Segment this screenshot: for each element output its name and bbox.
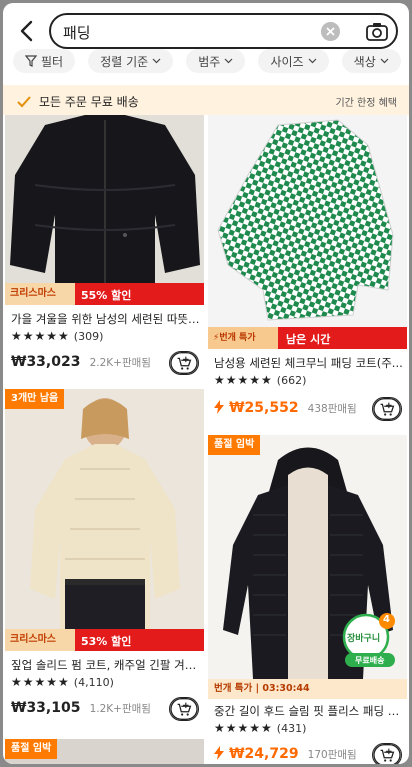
- price: ₩24,729: [229, 746, 299, 762]
- sold-count: 438판매됨: [307, 403, 357, 415]
- review-count: (662): [276, 373, 307, 387]
- price: ₩25,552: [229, 400, 299, 416]
- price-row: ₩33,105 1.2K+판매됨: [11, 697, 201, 723]
- free-shipping-banner[interactable]: 모든 주문 무료 배송 기간 한정 혜택: [3, 85, 409, 115]
- camera-icon[interactable]: [363, 18, 391, 46]
- review-count: (4,110): [73, 675, 114, 689]
- stock-tag: 3개만 남음: [5, 389, 65, 409]
- filter-chip-color[interactable]: 색상: [341, 49, 401, 73]
- promo-banner: 크리스마스 53% 할인: [5, 629, 204, 651]
- banner-text: 모든 주문 무료 배송: [39, 95, 139, 109]
- stars-icon: ★★★★★: [11, 675, 70, 689]
- rating: ★★★★★ (4,110): [11, 675, 114, 689]
- cart-free-shipping: 무료배송: [355, 656, 385, 665]
- product-image[interactable]: [5, 115, 204, 283]
- product-card[interactable]: ⚡번개 특가 남은 시간 03:03:30:44 남성용 세련된 체크무늬 패딩…: [208, 115, 407, 431]
- chevron-down-icon: [380, 58, 389, 64]
- discount-text: 55% 할인: [81, 289, 132, 302]
- product-title[interactable]: 짚업 솔리드 펌 코트, 캐주얼 긴팔 겨울 ...: [11, 657, 201, 673]
- stars-icon: ★★★★★: [214, 721, 273, 735]
- filter-bar: 필터 정렬 기준 범주 사이즈 색상 세: [13, 49, 409, 75]
- chevron-down-icon: [308, 58, 317, 64]
- funnel-icon: [25, 55, 37, 67]
- product-card[interactable]: 크리스마스 55% 할인 가을 겨울을 위한 남성의 세련된 따뜻한... ★★…: [5, 115, 204, 385]
- filter-chip-filter[interactable]: 필터: [13, 49, 76, 73]
- lightning-icon: [214, 400, 224, 414]
- product-title[interactable]: 남성용 세련된 체크무늬 패딩 코트(주...: [214, 355, 404, 371]
- stock-tag: 품절 임박: [5, 739, 58, 759]
- search-input[interactable]: 패딩: [49, 13, 398, 49]
- filter-chip-label: 정렬 기준: [100, 54, 149, 69]
- product-image[interactable]: 품절 임박: [5, 739, 204, 764]
- filter-chip-label: 색상: [353, 54, 376, 69]
- rating: ★★★★★ (662): [214, 373, 306, 387]
- rating: ★★★★★ (309): [11, 329, 103, 343]
- black-puffer-jacket-image: [5, 115, 204, 283]
- price: ₩33,023: [11, 354, 81, 370]
- back-arrow-icon[interactable]: [13, 17, 41, 45]
- promo-banner: 크리스마스 55% 할인: [5, 283, 204, 305]
- search-header: 패딩: [3, 11, 409, 51]
- product-title[interactable]: 가을 겨울을 위한 남성의 세련된 따뜻한...: [11, 311, 201, 327]
- price: ₩33,105: [11, 700, 81, 716]
- stars-icon: ★★★★★: [214, 373, 273, 387]
- product-title[interactable]: 중간 길이 후드 슬림 핏 플리스 패딩 재...: [214, 703, 404, 719]
- add-to-cart-icon[interactable]: [169, 697, 199, 721]
- product-image[interactable]: [208, 115, 407, 327]
- price-row: ₩25,552 438판매됨: [214, 397, 404, 423]
- add-to-cart-icon[interactable]: [372, 397, 402, 421]
- checkmark-icon: [17, 95, 31, 107]
- add-to-cart-icon[interactable]: [169, 351, 199, 375]
- product-card[interactable]: 3개만 남음 크리스마스 53% 할인 짚업 솔리드 펌 코트, 캐주얼 긴팔 …: [5, 389, 204, 741]
- filter-chip-size[interactable]: 사이즈: [258, 49, 329, 73]
- sold-count: 2.2K+판매됨: [89, 357, 151, 369]
- promo-label: 크리스마스: [5, 283, 75, 305]
- discount-text: 53% 할인: [81, 635, 132, 648]
- clear-icon[interactable]: [321, 22, 340, 41]
- cart-count-badge: 4: [383, 614, 390, 625]
- app-frame: 패딩 필터 정렬 기준 범주 사이즈 색상 모든 주문 무료 배송 기간 한정 …: [3, 3, 409, 764]
- sold-count: 170판매됨: [307, 749, 357, 761]
- product-card[interactable]: 품절 임박 번개 특가 | 03:30:44 중간 길이 후드 슬림 핏 플리스…: [208, 435, 407, 764]
- chevron-down-icon: [152, 58, 161, 64]
- filter-chip-label: 필터: [41, 54, 64, 69]
- search-query[interactable]: 패딩: [63, 22, 91, 43]
- price-row: ₩33,023 2.2K+판매됨: [11, 351, 201, 377]
- sold-count: 1.2K+판매됨: [89, 703, 151, 715]
- stock-tag: 품절 임박: [208, 435, 261, 455]
- chevron-down-icon: [224, 58, 233, 64]
- checkered-padding-coat-image: [208, 115, 407, 327]
- filter-chip-category[interactable]: 범주: [186, 49, 246, 73]
- banner-subtext: 기간 한정 혜택: [335, 98, 397, 109]
- cart-label: 장바구니: [347, 634, 381, 644]
- add-to-cart-icon[interactable]: [372, 743, 402, 764]
- review-count: (431): [276, 721, 307, 735]
- floating-cart-button[interactable]: 4 장바구니 무료배송: [341, 613, 399, 669]
- stars-icon: ★★★★★: [11, 329, 70, 343]
- filter-chip-sort[interactable]: 정렬 기준: [88, 49, 174, 73]
- price-row: ₩24,729 170판매됨: [214, 743, 404, 764]
- promo-label: 크리스마스: [5, 629, 75, 651]
- review-count: (309): [73, 329, 104, 343]
- lightning-icon: [214, 746, 224, 760]
- product-image[interactable]: 3개만 남음: [5, 389, 204, 629]
- flash-label: ⚡번개 특가: [208, 327, 278, 349]
- rating: ★★★★★ (431): [214, 721, 306, 735]
- product-card[interactable]: 품절 임박: [5, 739, 204, 764]
- flash-sale-banner: ⚡번개 특가 남은 시간 03:03:30:44: [208, 327, 407, 360]
- filter-chip-label: 사이즈: [270, 54, 304, 69]
- cream-corduroy-jacket-image: [5, 389, 204, 629]
- flash-sale-bar: 번개 특가 | 03:30:44: [208, 679, 407, 699]
- filter-chip-label: 범주: [198, 54, 221, 69]
